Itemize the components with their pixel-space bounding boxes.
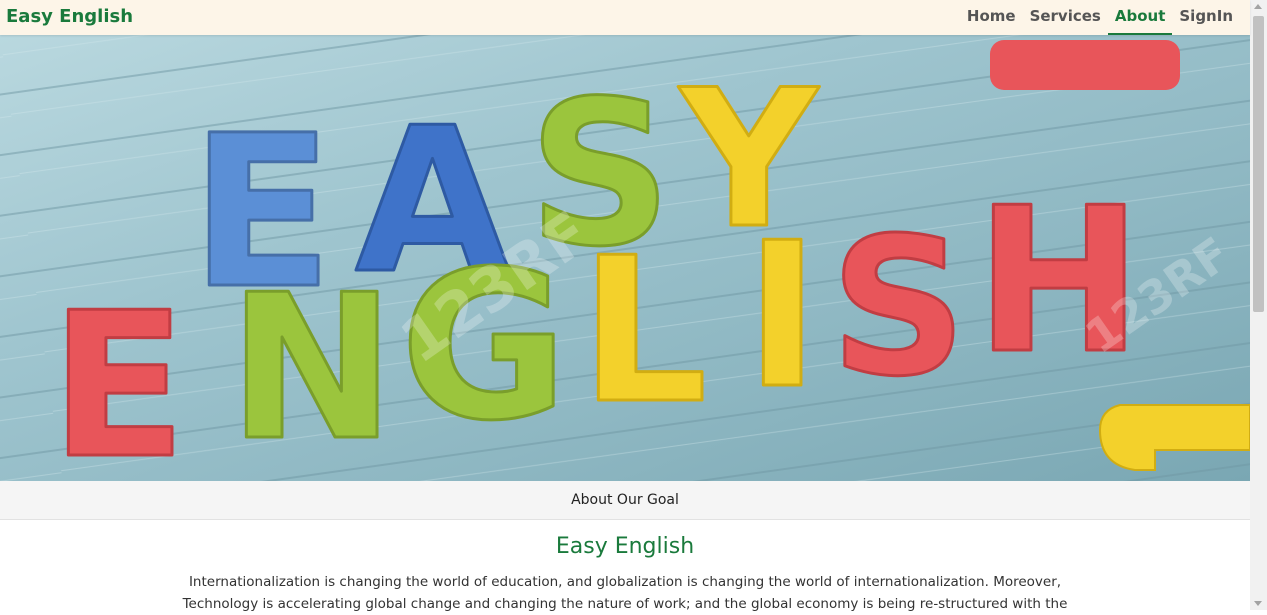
- brand-logo[interactable]: Easy English: [6, 6, 133, 27]
- section-title: Easy English: [555, 534, 695, 559]
- letter-s2: S: [830, 197, 967, 418]
- hero-image: E A S Y E N G L I S H 123RF 123RF: [0, 35, 1250, 481]
- scroll-down-arrow-icon[interactable]: [1254, 601, 1262, 606]
- hero-illustration: E A S Y E N G L I S H 123RF 123RF: [0, 35, 1250, 481]
- scroll-up-arrow-icon[interactable]: [1254, 4, 1262, 9]
- nav-home[interactable]: Home: [960, 0, 1023, 35]
- nav-menu: Home Services About SignIn: [960, 0, 1240, 35]
- letter-n: N: [228, 252, 395, 481]
- nav-about[interactable]: About: [1107, 0, 1173, 35]
- partial-red-letter: [990, 40, 1180, 90]
- navbar: Easy English Home Services About SignIn: [0, 0, 1250, 35]
- section-paragraph: Internationalization is changing the wor…: [182, 574, 1068, 612]
- letter-l: L: [580, 215, 707, 448]
- letter-i: I: [745, 200, 819, 433]
- scroll-thumb[interactable]: [1253, 16, 1264, 312]
- nav-services[interactable]: Services: [1023, 0, 1108, 35]
- letter-e2: E: [50, 270, 187, 481]
- letter-h: H: [975, 165, 1142, 398]
- nav-signin[interactable]: SignIn: [1172, 0, 1240, 35]
- scrollbar[interactable]: [1250, 0, 1267, 610]
- hero-caption: About Our Goal: [0, 481, 1250, 520]
